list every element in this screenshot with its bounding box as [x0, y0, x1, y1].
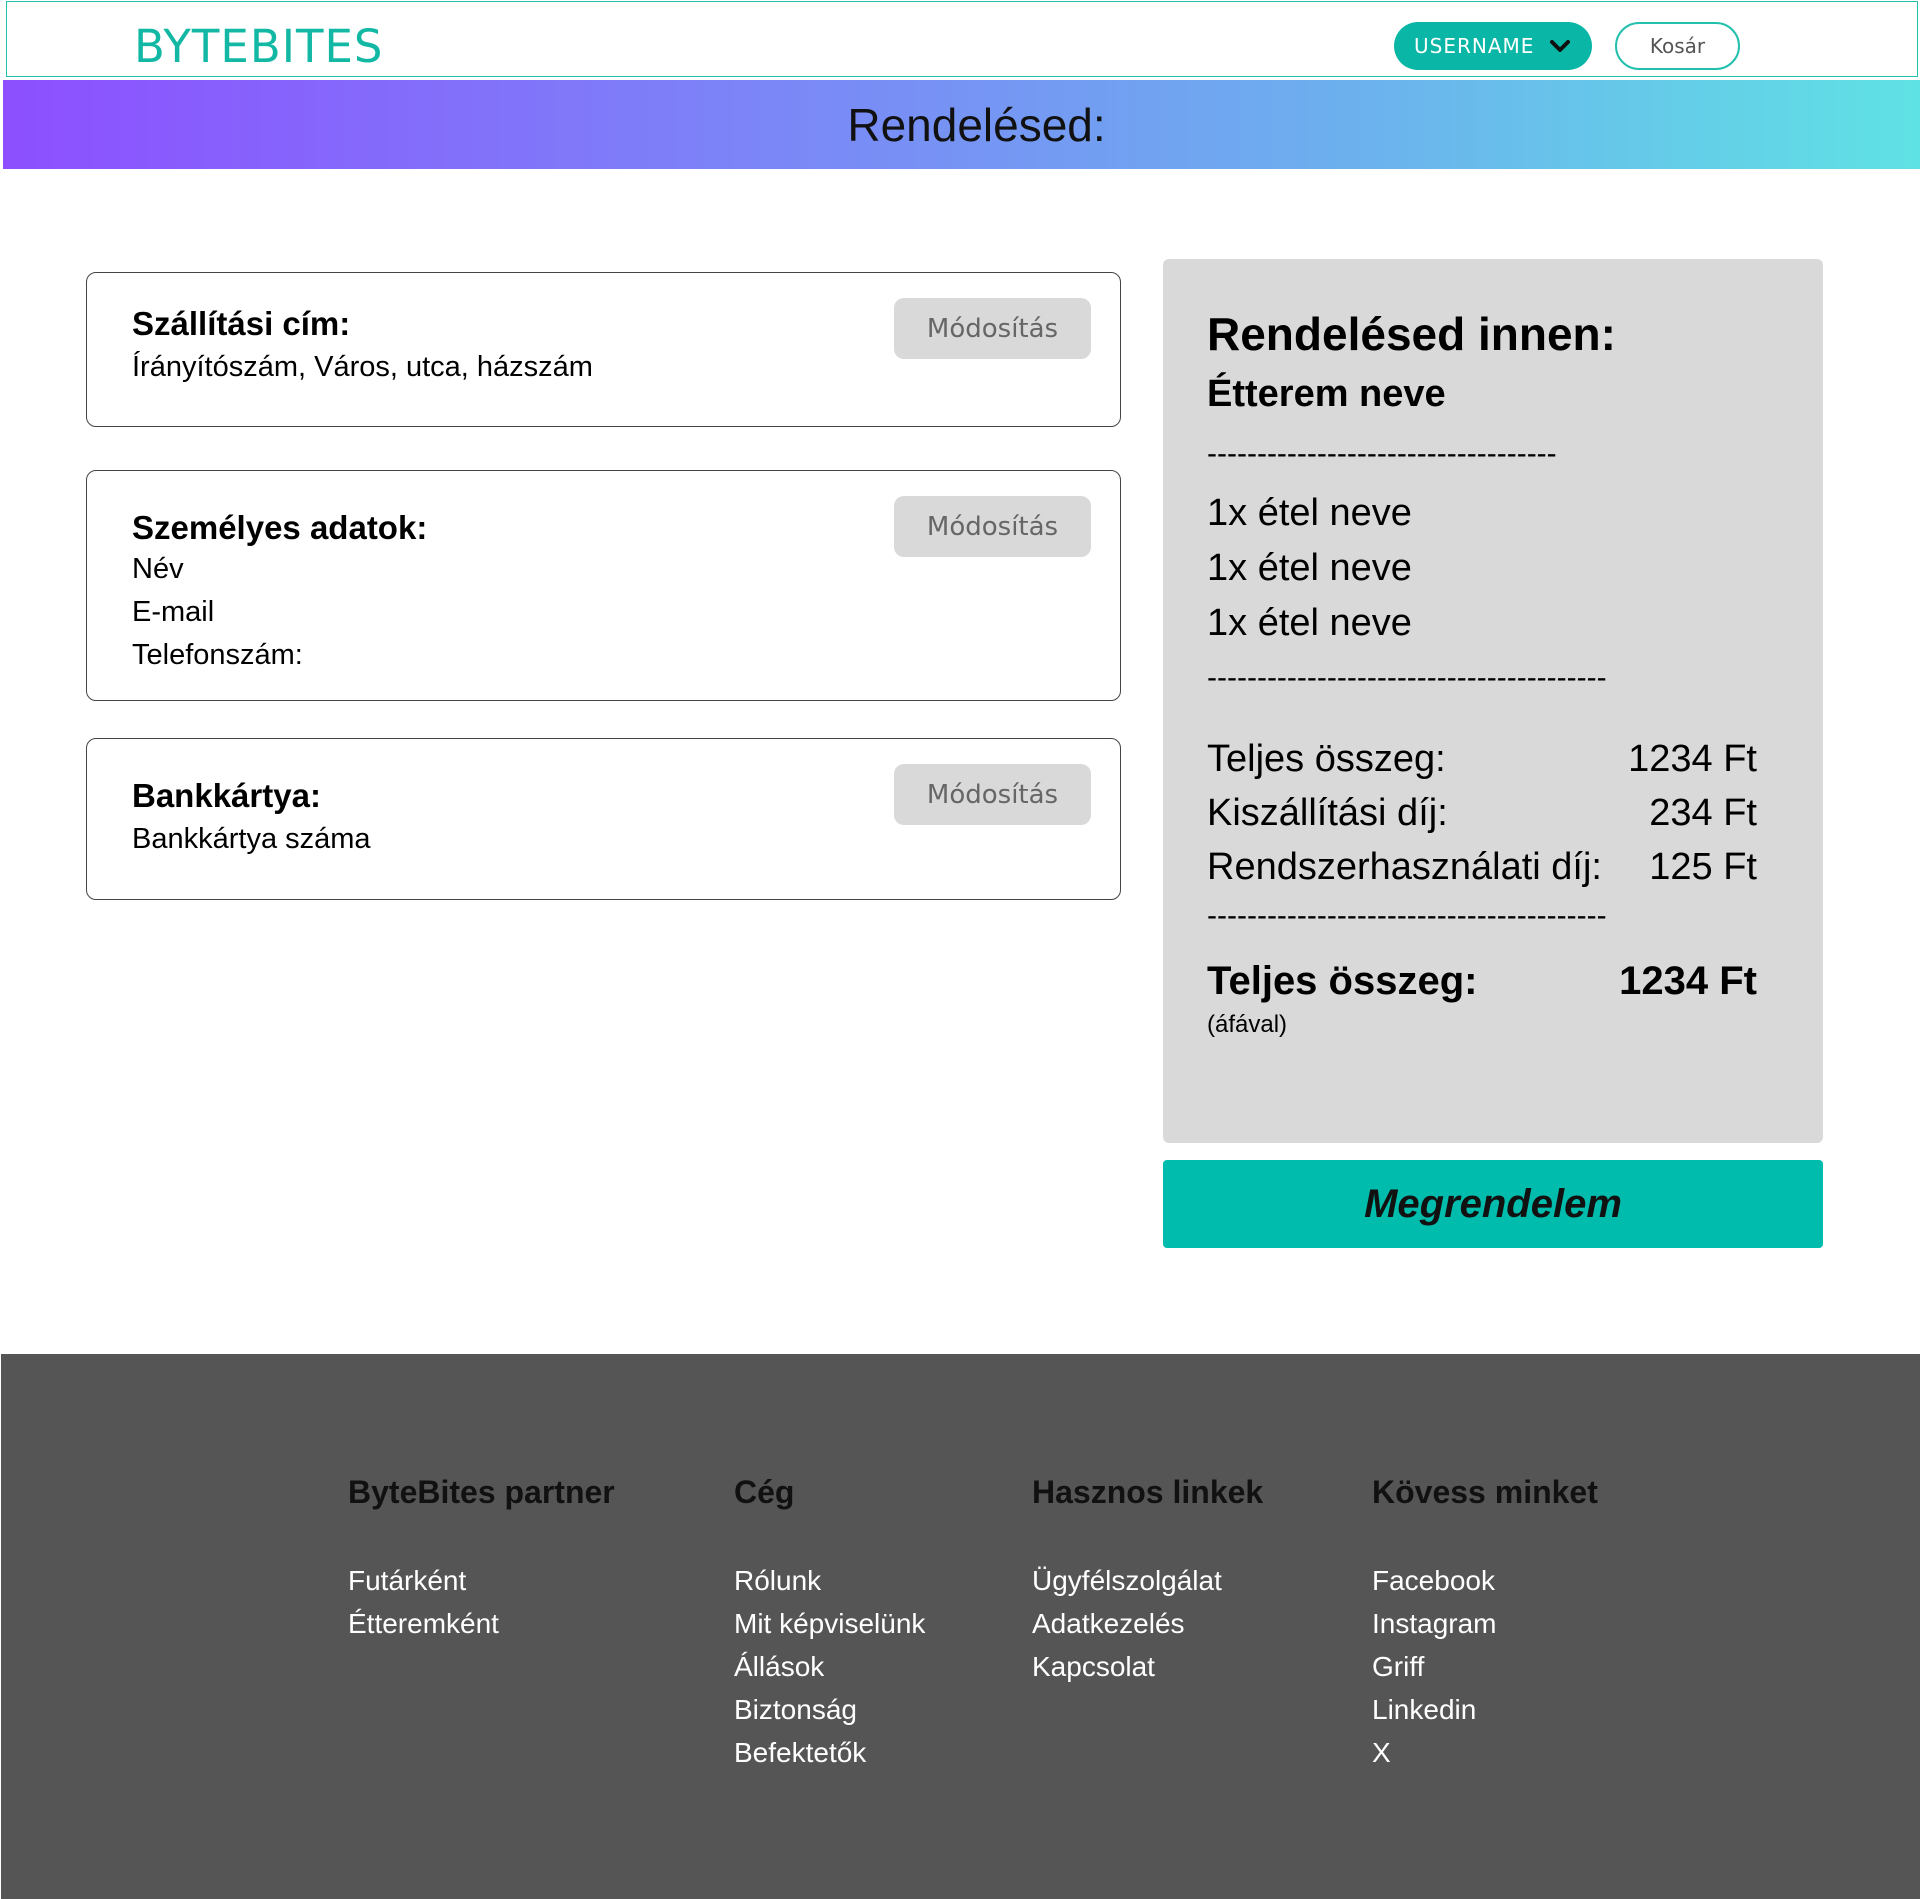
- footer-link[interactable]: Állások: [734, 1645, 925, 1688]
- modify-personal-button[interactable]: Módosítás: [894, 496, 1091, 557]
- footer-link[interactable]: Kapcsolat: [1032, 1645, 1263, 1688]
- bank-card-title: Bankkártya:: [132, 777, 321, 814]
- footer-link-griff[interactable]: Griff: [1372, 1645, 1598, 1688]
- footer-column-social: Kövess minket Facebook Instagram Griff L…: [1372, 1474, 1598, 1774]
- delivery-fee-row: Kiszállítási díj: 234 Ft: [1207, 792, 1757, 835]
- footer-link[interactable]: Adatkezelés: [1032, 1602, 1263, 1645]
- divider: ----------------------------------------: [1207, 899, 1607, 932]
- user-menu-button[interactable]: USERNAME: [1394, 22, 1592, 70]
- order-item: 1x étel neve: [1207, 492, 1412, 534]
- footer-heading: Cég: [734, 1474, 795, 1510]
- footer-link[interactable]: Mit képviselünk: [734, 1602, 925, 1645]
- shipping-address: Írányítószám, Város, utca, házszám: [132, 351, 593, 383]
- service-fee-amount: 125 Ft: [1649, 846, 1757, 888]
- logo[interactable]: BYTEBITES: [134, 20, 383, 73]
- footer-link-x[interactable]: X: [1372, 1731, 1598, 1774]
- footer-link[interactable]: Ügyfélszolgálat: [1032, 1559, 1263, 1602]
- subtotal-label: Teljes összeg:: [1207, 738, 1446, 780]
- bank-card-card: Bankkártya: Bankkártya száma Módosítás: [86, 738, 1121, 900]
- divider: ----------------------------------------: [1207, 661, 1607, 694]
- personal-email: E-mail: [132, 596, 215, 628]
- personal-title: Személyes adatok:: [132, 509, 428, 546]
- order-item: 1x étel neve: [1207, 547, 1412, 589]
- summary-title: Rendelésed innen:: [1207, 308, 1616, 360]
- page-title: Rendelésed:: [847, 98, 1106, 151]
- footer-heading: ByteBites partner: [348, 1474, 615, 1510]
- chevron-down-icon: [1550, 40, 1570, 52]
- bank-card-number: Bankkártya száma: [132, 823, 371, 855]
- modify-shipping-button[interactable]: Módosítás: [894, 298, 1091, 359]
- delivery-fee-amount: 234 Ft: [1649, 792, 1757, 834]
- vat-note: (áfával): [1207, 1011, 1288, 1038]
- footer-link[interactable]: Befektetők: [734, 1731, 925, 1774]
- personal-data-card: Személyes adatok: Név E-mail Telefonszám…: [86, 470, 1121, 701]
- top-navbar: BYTEBITES USERNAME Kosár: [6, 1, 1918, 77]
- place-order-button[interactable]: Megrendelem: [1163, 1160, 1823, 1248]
- order-item: 1x étel neve: [1207, 602, 1412, 644]
- subtotal-amount: 1234 Ft: [1628, 738, 1757, 780]
- footer-link[interactable]: Rólunk: [734, 1559, 925, 1602]
- modify-bank-card-button[interactable]: Módosítás: [894, 764, 1091, 825]
- order-summary-panel: Rendelésed innen: Étterem neve ---------…: [1163, 259, 1823, 1143]
- subtotal-row: Teljes összeg: 1234 Ft: [1207, 738, 1757, 781]
- restaurant-name: Étterem neve: [1207, 373, 1446, 415]
- footer-column-useful-links: Hasznos linkek Ügyfélszolgálat Adatkezel…: [1032, 1474, 1263, 1688]
- footer: ByteBites partner Futárként Étteremként …: [1, 1354, 1920, 1899]
- footer-link[interactable]: Biztonság: [734, 1688, 925, 1731]
- footer-heading: Kövess minket: [1372, 1474, 1598, 1510]
- grand-total-row: Teljes összeg: 1234 Ft: [1207, 959, 1757, 1004]
- cart-button[interactable]: Kosár: [1615, 22, 1740, 70]
- service-fee-row: Rendszerhasználati díj: 125 Ft: [1207, 846, 1757, 889]
- footer-heading: Hasznos linkek: [1032, 1474, 1264, 1510]
- footer-link-instagram[interactable]: Instagram: [1372, 1602, 1598, 1645]
- grand-total-label: Teljes összeg:: [1207, 959, 1478, 1003]
- footer-link[interactable]: Étteremként: [348, 1602, 615, 1645]
- footer-column-company: Cég Rólunk Mit képviselünk Állások Bizto…: [734, 1474, 925, 1774]
- footer-link-linkedin[interactable]: Linkedin: [1372, 1688, 1598, 1731]
- delivery-fee-label: Kiszállítási díj:: [1207, 792, 1448, 834]
- footer-link-facebook[interactable]: Facebook: [1372, 1559, 1598, 1602]
- personal-name: Név: [132, 553, 184, 585]
- footer-column-partner: ByteBites partner Futárként Étteremként: [348, 1474, 615, 1645]
- footer-link[interactable]: Futárként: [348, 1559, 615, 1602]
- service-fee-label: Rendszerhasználati díj:: [1207, 846, 1602, 888]
- shipping-title: Szállítási cím:: [132, 305, 351, 342]
- shipping-address-card: Szállítási cím: Írányítószám, Város, utc…: [86, 272, 1121, 427]
- divider: -----------------------------------: [1207, 437, 1557, 470]
- grand-total-amount: 1234 Ft: [1619, 959, 1757, 1003]
- personal-phone: Telefonszám:: [132, 639, 303, 671]
- page-banner: Rendelésed:: [3, 80, 1920, 169]
- username-label: USERNAME: [1414, 34, 1535, 58]
